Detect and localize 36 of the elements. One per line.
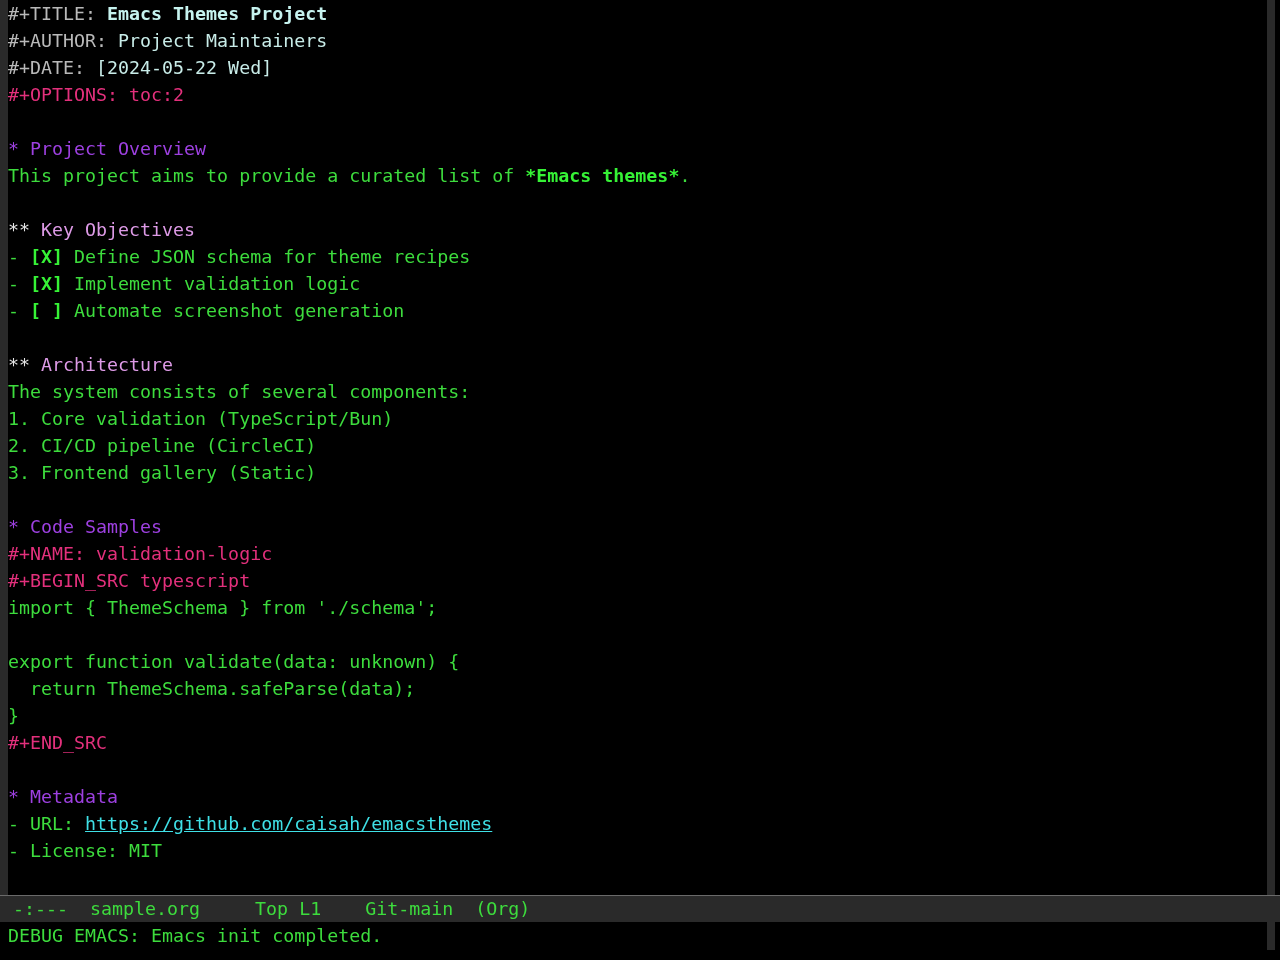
checklist-item: - [X] Implement validation logic bbox=[8, 272, 361, 295]
paragraph: This project aims to provide a curated list of *Emacs themes*. bbox=[8, 164, 691, 187]
org-directive: #+NAME: validation-logic bbox=[8, 542, 273, 565]
git-branch: Git-main bbox=[365, 898, 454, 920]
heading: * Code Samples bbox=[8, 515, 163, 538]
text-line: - License: MIT bbox=[8, 839, 163, 862]
keyword-value: [2024-05-22 Wed] bbox=[96, 56, 273, 79]
heading: * Metadata bbox=[8, 785, 119, 808]
keyword-label: #+DATE: bbox=[8, 56, 86, 79]
text-line: The system consists of several components: bbox=[8, 380, 471, 403]
org-directive: #+BEGIN_SRC typescript bbox=[8, 569, 251, 592]
code-line: export function validate(data: unknown) { bbox=[8, 650, 460, 673]
code-line: import { ThemeSchema } from './schema'; bbox=[8, 596, 438, 619]
text-line: 1. Core validation (TypeScript/Bun) bbox=[8, 407, 394, 430]
cursor-position: Top L1 bbox=[255, 898, 322, 920]
keyword-label: #+TITLE: bbox=[8, 2, 97, 25]
heading: ** Architecture bbox=[8, 353, 174, 376]
org-directive: #+END_SRC bbox=[8, 731, 108, 754]
org-directive: #+OPTIONS: toc:2 bbox=[8, 83, 185, 106]
list-label: - URL: bbox=[8, 812, 75, 835]
major-mode: (Org) bbox=[475, 898, 531, 920]
document-title: Emacs Themes Project bbox=[107, 2, 328, 25]
text-line: 2. CI/CD pipeline (CircleCI) bbox=[8, 434, 317, 457]
buffer-status: -:--- bbox=[13, 898, 69, 920]
code-line: return ThemeSchema.safeParse(data); bbox=[29, 677, 416, 700]
code-line: } bbox=[8, 704, 19, 727]
heading: ** Key Objectives bbox=[8, 218, 196, 241]
echo-message: DEBUG EMACS: Emacs init completed. bbox=[8, 924, 383, 947]
buffer-name: sample.org bbox=[90, 898, 201, 920]
keyword-label: #+AUTHOR: bbox=[8, 29, 108, 52]
text-line: 3. Frontend gallery (Static) bbox=[8, 461, 317, 484]
heading: * Project Overview bbox=[8, 137, 207, 160]
keyword-value: Project Maintainers bbox=[118, 29, 328, 52]
checklist-item: - [ ] Automate screenshot generation bbox=[8, 299, 405, 322]
checklist-item: - [X] Define JSON schema for theme recipes bbox=[8, 245, 471, 268]
link[interactable]: https://github.com/caisah/emacsthemes bbox=[85, 812, 493, 835]
